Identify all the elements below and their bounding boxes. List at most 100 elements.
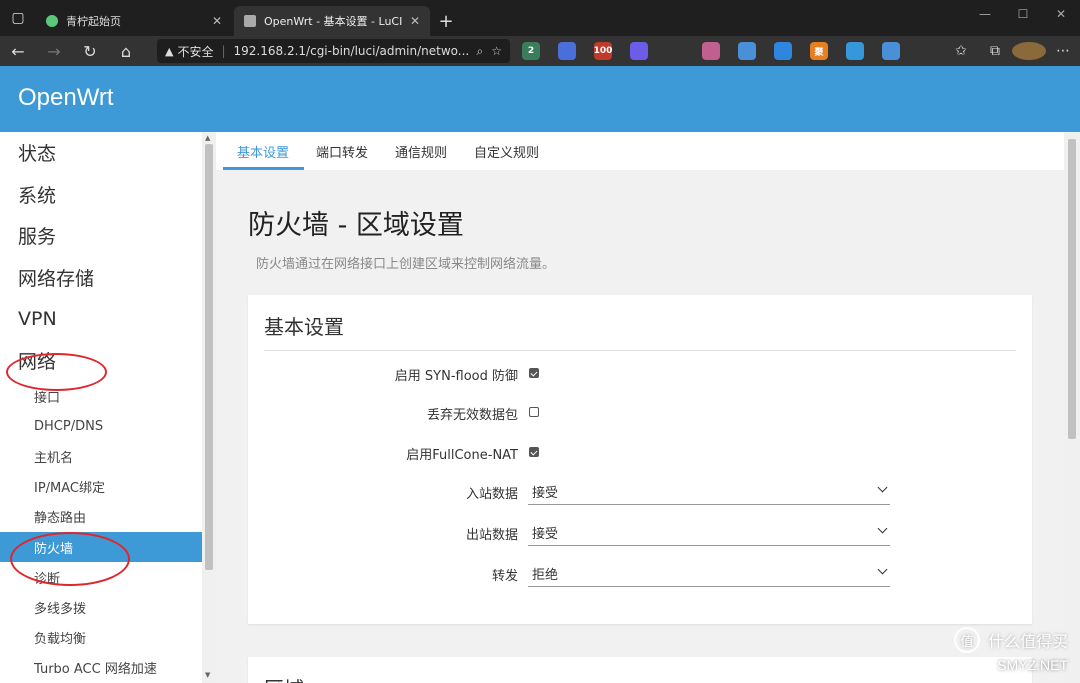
output-policy-select[interactable]: 接受	[528, 518, 890, 546]
page-scrollbar[interactable]	[1064, 132, 1080, 683]
profile-avatar[interactable]	[1012, 42, 1046, 60]
syn-flood-label: 启用 SYN-flood 防御	[394, 369, 518, 384]
new-tab-button[interactable]: +	[432, 6, 460, 36]
ext-d-icon[interactable]	[630, 42, 648, 60]
chevron-down-icon	[877, 523, 888, 534]
tab-actions-icon[interactable]: ▢	[0, 0, 36, 36]
page-scroll-thumb[interactable]	[1068, 139, 1076, 439]
zones-section-title: 区域	[264, 673, 304, 683]
brand-logo[interactable]: OpenWrt	[18, 84, 114, 112]
annotation-circle-network	[6, 353, 107, 391]
ext-b-icon[interactable]	[558, 42, 576, 60]
more-menu-icon[interactable]: ⋯	[1046, 43, 1080, 59]
tab-port-forwards[interactable]: 端口转发	[316, 142, 368, 161]
ext-ju-icon[interactable]: 聚	[810, 42, 828, 60]
favorite-star-icon[interactable]: ☆	[491, 44, 502, 58]
watermark-logo-icon: 值	[953, 627, 980, 653]
sidebar-subitem[interactable]: 静态路由	[0, 502, 202, 532]
security-label[interactable]: 不安全	[177, 43, 213, 60]
address-separator: |	[221, 44, 226, 58]
back-icon[interactable]: ←	[0, 36, 36, 66]
address-bar[interactable]: ▲ 不安全 | 192.168.2.1/cgi-bin/luci/admin/n…	[157, 39, 510, 63]
watermark-text: 什么值得买	[987, 632, 1068, 651]
warning-icon[interactable]: ▲	[165, 45, 173, 58]
sidebar-subitem[interactable]: Turbo ACC 网络加速	[0, 653, 202, 683]
browser-tab-start-page[interactable]: 青柠起始页 ✕	[36, 6, 232, 36]
close-tab-icon[interactable]: ✕	[212, 14, 222, 28]
sidebar-item-main[interactable]: VPN	[0, 298, 202, 340]
drop-invalid-row: 丢弃无效数据包	[248, 398, 1032, 426]
browser-tab-openwrt[interactable]: OpenWrt - 基本设置 - LuCI ✕	[234, 6, 430, 36]
input-policy-select[interactable]: 接受	[528, 477, 890, 505]
sidebar-subitem[interactable]: 多线多拨	[0, 592, 202, 622]
input-policy-value: 接受	[532, 486, 559, 501]
sidebar-subitem[interactable]: DHCP/DNS	[0, 411, 202, 441]
sidebar-item-main[interactable]: 状态	[0, 132, 202, 174]
close-window-icon[interactable]: ✕	[1042, 0, 1080, 28]
url-text[interactable]: 192.168.2.1/cgi-bin/luci/admin/netwo...	[234, 44, 469, 58]
forward-policy-select[interactable]: 拒绝	[528, 559, 890, 587]
ext-cat-icon[interactable]	[702, 42, 720, 60]
content-tabs: 基本设置 端口转发 通信规则 自定义规则	[216, 132, 1064, 170]
forward-policy-value: 拒绝	[532, 568, 559, 583]
tab-traffic-rules[interactable]: 通信规则	[395, 142, 447, 161]
fullcone-nat-row: 启用FullCone-NAT	[248, 438, 1032, 466]
tab-basic-settings[interactable]: 基本设置	[237, 142, 289, 161]
refresh-icon[interactable]: ↻	[72, 36, 108, 66]
section-divider	[264, 350, 1016, 351]
luci-header: OpenWrt	[0, 66, 1080, 132]
section-title: 基本设置	[264, 315, 344, 339]
close-tab-icon[interactable]: ✕	[410, 14, 420, 28]
page-description: 防火墙通过在网络接口上创建区域来控制网络流量。	[256, 257, 556, 272]
forward-icon[interactable]: →	[36, 36, 72, 66]
fullcone-nat-checkbox[interactable]	[529, 447, 539, 457]
input-row: 入站数据 接受	[248, 477, 1032, 505]
page-title: 防火墙 - 区域设置	[248, 210, 464, 241]
sidebar-scrollbar[interactable]: ▲ ▼	[202, 132, 216, 683]
luci-favicon-icon	[244, 15, 256, 27]
browser-toolbar: ← → ↻ ⌂ ▲ 不安全 | 192.168.2.1/cgi-bin/luci…	[0, 36, 1080, 66]
tab-title: 青柠起始页	[66, 15, 121, 28]
drop-invalid-label: 丢弃无效数据包	[426, 408, 518, 423]
zoom-icon[interactable]: ⌕	[477, 44, 484, 59]
basic-settings-section: 基本设置 启用 SYN-flood 防御 丢弃无效数据包 启用FullCone-…	[248, 295, 1032, 624]
forward-row: 转发 拒绝	[248, 559, 1032, 587]
chevron-down-icon	[877, 482, 888, 493]
sidebar-item-main[interactable]: 系统	[0, 174, 202, 216]
sidebar-item-main[interactable]: 网络存储	[0, 257, 202, 299]
output-policy-value: 接受	[532, 527, 559, 542]
toolbar-right: ✩ ⧉ ⋯	[944, 36, 1080, 66]
annotation-circle-firewall	[10, 532, 130, 586]
collections-icon[interactable]: ⧉	[978, 43, 1012, 59]
syn-flood-checkbox[interactable]	[529, 368, 539, 378]
scroll-up-icon[interactable]: ▲	[205, 134, 210, 142]
sidebar-subitem[interactable]: 负载均衡	[0, 623, 202, 653]
zones-section: 区域	[248, 657, 1032, 683]
drop-invalid-checkbox[interactable]	[529, 407, 539, 417]
sidebar-subitem[interactable]: IP/MAC绑定	[0, 472, 202, 502]
favorites-icon[interactable]: ✩	[944, 43, 978, 59]
sidebar-item-main[interactable]: 服务	[0, 215, 202, 257]
ext-g-icon[interactable]	[738, 42, 756, 60]
active-tab-indicator	[223, 167, 304, 170]
ext-h-icon[interactable]	[774, 42, 792, 60]
extensions-bar: 2 100 聚	[522, 36, 918, 66]
home-icon[interactable]: ⌂	[108, 36, 144, 66]
sidebar-subitem[interactable]: 主机名	[0, 441, 202, 471]
maximize-icon[interactable]: ☐	[1004, 0, 1042, 28]
ext-zh-icon[interactable]: 100	[594, 42, 612, 60]
ext-e-icon[interactable]	[666, 42, 684, 60]
input-label: 入站数据	[465, 487, 518, 502]
ext-k-icon[interactable]	[882, 42, 900, 60]
browser-tab-strip: ▢ 青柠起始页 ✕ OpenWrt - 基本设置 - LuCI ✕ + — ☐ …	[0, 0, 1080, 36]
scroll-down-icon[interactable]: ▼	[205, 671, 210, 679]
syn-flood-row: 启用 SYN-flood 防御	[248, 359, 1032, 387]
forward-label: 转发	[491, 569, 518, 584]
ext-j-icon[interactable]	[846, 42, 864, 60]
sidebar-scroll-thumb[interactable]	[205, 144, 213, 570]
watermark: 值 什么值得买	[953, 627, 1068, 653]
ext-a-icon[interactable]: 2	[522, 42, 540, 60]
minimize-icon[interactable]: —	[966, 0, 1004, 28]
tab-custom-rules[interactable]: 自定义规则	[474, 142, 539, 161]
output-row: 出站数据 接受	[248, 518, 1032, 546]
